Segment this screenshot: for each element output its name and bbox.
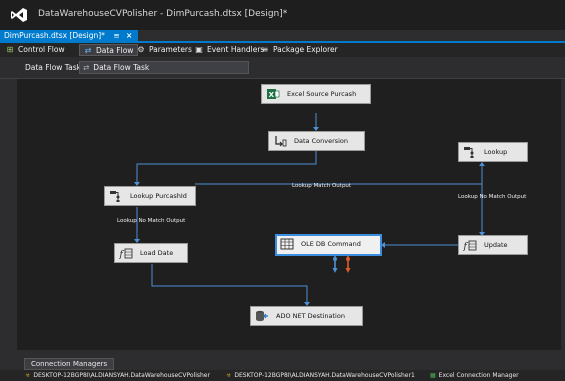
tab-control-flow[interactable]: ⊞ Control Flow xyxy=(2,44,69,56)
connection-managers-panel: Connection Managers xyxy=(17,358,561,370)
component-label: ADO NET Destination xyxy=(276,312,345,320)
component-label: Load Date xyxy=(140,249,174,257)
visual-studio-logo-icon xyxy=(11,8,27,22)
svg-text:f: f xyxy=(119,250,125,260)
component-label: Lookup PurcashId xyxy=(130,192,187,200)
derived-column-icon: f xyxy=(119,248,133,260)
data-flow-icon: ⇄ xyxy=(83,63,90,72)
oledb-output-connectors xyxy=(332,256,351,273)
connection-manager-label: DESKTOP-12BGP8I\ALDIANSYAH.DataWarehouse… xyxy=(234,372,415,379)
derived-column-icon: f xyxy=(463,240,477,252)
svg-text:f: f xyxy=(463,242,469,252)
svg-text:X: X xyxy=(269,91,275,99)
document-tab-strip: DimPurcash.dtsx [Design]* ≡ × xyxy=(0,30,565,43)
update-component[interactable]: f Update xyxy=(458,235,528,255)
pin-icon[interactable]: ≡ xyxy=(113,31,119,40)
lookup-component[interactable]: Lookup xyxy=(458,142,528,162)
tab-label: Event Handlers xyxy=(207,45,265,54)
path-lookup-match-output xyxy=(195,163,483,185)
data-conversion-component[interactable]: Data Conversion xyxy=(268,131,365,151)
document-tab-label: DimPurcash.dtsx [Design]* xyxy=(4,31,105,40)
connection-managers-list: ☣ DESKTOP-12BGP8I\ALDIANSYAH.DataWarehous… xyxy=(0,370,565,381)
tab-package-explorer[interactable]: ≡ Package Explorer xyxy=(257,44,342,56)
connection-manager-item[interactable]: ☣ DESKTOP-12BGP8I\ALDIANSYAH.DataWarehous… xyxy=(226,370,415,381)
package-explorer-icon: ≡ xyxy=(261,45,269,54)
tab-parameters[interactable]: ⚙ Parameters xyxy=(133,44,196,56)
connection-manager-item[interactable]: ▦ Excel Connection Manager xyxy=(430,370,519,381)
db-connection-icon: ☣ xyxy=(25,372,31,379)
tab-data-flow[interactable]: ⇄ Data Flow xyxy=(79,44,139,56)
ado-net-destination-component[interactable]: ADO NET Destination xyxy=(250,306,363,326)
connection-manager-label: DESKTOP-12BGP8I\ALDIANSYAH.DataWarehouse… xyxy=(33,372,210,379)
data-flow-design-surface[interactable]: X Excel Source Purcash Data Conversion L… xyxy=(17,79,561,350)
window-title: DataWarehouseCVPolisher - DimPurcash.dts… xyxy=(38,9,288,19)
event-handlers-icon: ▣ xyxy=(195,45,203,54)
lookup-purcashid-component[interactable]: Lookup PurcashId xyxy=(104,186,196,206)
close-icon[interactable]: × xyxy=(126,31,132,40)
path-load-date-to-ado xyxy=(151,264,308,305)
document-tab[interactable]: DimPurcash.dtsx [Design]* ≡ × xyxy=(0,30,139,41)
data-flow-task-bar: Data Flow Task: ⇄ Data Flow Task xyxy=(0,58,565,79)
excel-source-icon: X xyxy=(267,89,280,99)
excel-connection-icon: ▦ xyxy=(430,372,436,379)
lookup-icon xyxy=(464,147,474,158)
tab-label: Control Flow xyxy=(18,45,65,54)
component-label: OLE DB Command xyxy=(301,240,361,248)
connection-manager-label: Excel Connection Manager xyxy=(438,372,519,379)
connection-managers-tab[interactable]: Connection Managers xyxy=(24,358,115,370)
data-conversion-icon xyxy=(275,136,287,147)
path-conversion-to-lookup-purcashid xyxy=(136,151,317,185)
data-flow-task-value: Data Flow Task xyxy=(93,63,150,72)
path-label-lookup-no-match-left: Lookup No Match Output xyxy=(117,218,186,224)
component-label: Lookup xyxy=(484,148,508,156)
lookup-icon xyxy=(110,191,120,202)
excel-source-purcash-component[interactable]: X Excel Source Purcash xyxy=(261,84,371,104)
component-label: Update xyxy=(484,241,508,249)
tab-label: Package Explorer xyxy=(273,45,338,54)
ado-net-destination-icon xyxy=(256,310,268,322)
data-flow-icon: ⇄ xyxy=(84,46,92,55)
connection-manager-item[interactable]: ☣ DESKTOP-12BGP8I\ALDIANSYAH.DataWarehous… xyxy=(25,370,210,381)
data-flow-task-label: Data Flow Task: xyxy=(25,63,84,72)
load-date-component[interactable]: f Load Date xyxy=(114,243,188,263)
path-label-lookup-no-match-right: Lookup No Match Output xyxy=(458,194,527,200)
control-flow-icon: ⊞ xyxy=(6,45,14,54)
ole-db-command-icon xyxy=(280,238,294,250)
data-flow-task-select[interactable]: ⇄ Data Flow Task xyxy=(79,61,249,74)
component-label: Excel Source Purcash xyxy=(287,90,357,98)
parameters-icon: ⚙ xyxy=(137,45,145,54)
component-label: Data Conversion xyxy=(294,137,349,145)
db-connection-icon: ☣ xyxy=(226,372,232,379)
designer-tab-bar: ⊞ Control Flow ⇄ Data Flow ⚙ Parameters ▣ Ev… xyxy=(0,43,565,57)
ole-db-command-component[interactable]: OLE DB Command xyxy=(275,234,382,256)
tab-label: Data Flow xyxy=(96,46,134,55)
path-label-lookup-match-output: Lookup Match Output xyxy=(292,183,352,189)
path-arrowheads xyxy=(134,127,485,306)
tab-label: Parameters xyxy=(149,45,192,54)
title-bar: DataWarehouseCVPolisher - DimPurcash.dts… xyxy=(0,0,565,30)
